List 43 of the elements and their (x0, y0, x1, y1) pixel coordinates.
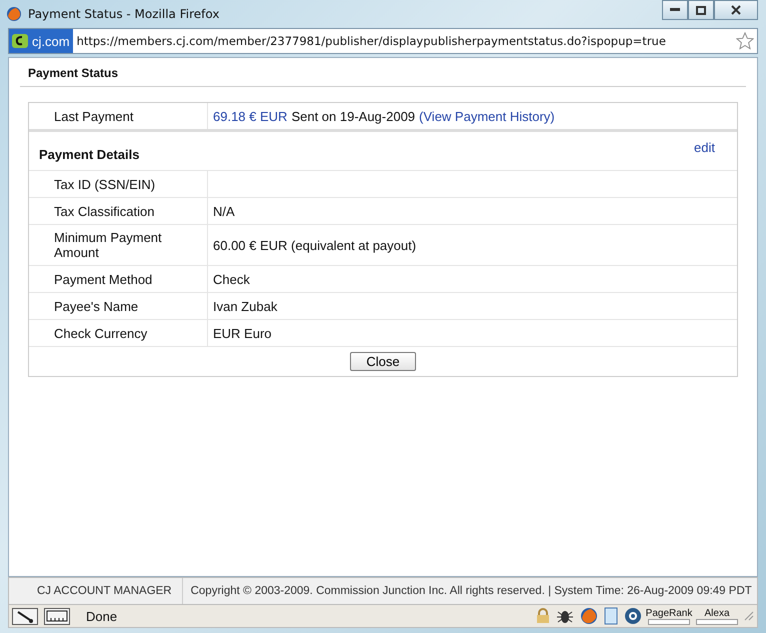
rank-widget[interactable]: PageRank (648, 608, 690, 624)
site-logo-icon (12, 34, 28, 48)
status-text: Done (86, 608, 118, 624)
row-value: 60.00 € EUR (equivalent at payout) (213, 238, 416, 252)
maximize-icon (696, 6, 706, 14)
window-title: Payment Status - Mozilla Firefox (28, 7, 220, 21)
browser-logo-icon (6, 6, 22, 22)
browser-logo-icon[interactable] (580, 607, 598, 625)
edit-link[interactable]: edit (694, 140, 715, 170)
page-heading: Payment Status (20, 66, 746, 87)
row-label: Check Currency (29, 320, 208, 346)
payment-history-link[interactable]: (View Payment History) (419, 108, 555, 124)
section-heading: Payment Details (39, 147, 140, 164)
row-label: Payment Method (29, 266, 208, 292)
row-value: Check (213, 272, 250, 286)
minimize-button[interactable] (662, 0, 688, 20)
row-label: Payee's Name (29, 293, 208, 319)
account-manager-label: CJ ACCOUNT MANAGER (9, 578, 183, 604)
close-icon (730, 5, 742, 15)
minimize-icon (670, 8, 680, 12)
close-window-button[interactable] (714, 0, 758, 20)
bookmark-star-icon[interactable] (736, 32, 754, 50)
ruler-icon[interactable] (44, 608, 70, 624)
rank-widget[interactable]: Alexa (696, 608, 738, 624)
row-label: Tax Classification (29, 198, 208, 224)
panel-icon[interactable] (604, 607, 618, 625)
maximize-button[interactable] (688, 0, 714, 20)
payment-amount: 69.18 € EUR (213, 108, 288, 124)
resize-grip-icon[interactable] (744, 611, 754, 621)
close-button[interactable]: Close (350, 352, 416, 371)
copyright-text: Copyright © 2003-2009. Commission Junction Inc. All rights reserved. | System Time: 26-Aug-2009 09:49 PDT (190, 585, 752, 597)
row-label: Minimum Payment Amount (29, 225, 208, 265)
row-value: EUR Euro (213, 326, 272, 340)
row-value: Ivan Zubak (213, 298, 278, 314)
row-label: Last Payment (29, 103, 208, 129)
url-text: https://members.cj.com/member/2377981/publisher/displaypublisherpaymentstatus.do?ispopup=true (76, 34, 666, 48)
padlock-icon[interactable] (536, 608, 550, 624)
row-value: N/A (213, 204, 235, 218)
sent-date: Sent on 19-Aug-2009 (291, 108, 416, 124)
site-identity-button[interactable]: cj.com (9, 29, 73, 53)
eyedropper-icon[interactable] (12, 608, 38, 624)
address-bar[interactable]: cj.com https://members.cj.com/member/2377981/publisher/displaypublisherpaymentstatus.do?ispopup=true (8, 28, 758, 54)
row-label: Tax ID (SSN/EIN) (29, 171, 208, 197)
